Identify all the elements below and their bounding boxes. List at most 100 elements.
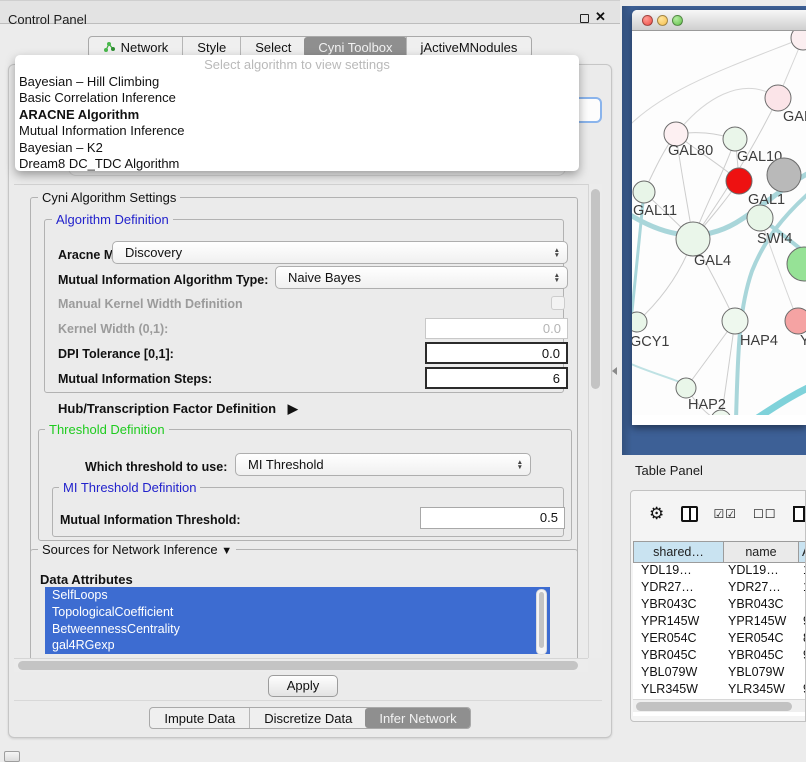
network-window[interactable]: GALGAL80GAL10GAL1GAL11SWI4GAL4GCY1HAP4YH…	[632, 10, 806, 425]
tab-jactivemnodules[interactable]: jActiveMNodules	[406, 37, 532, 57]
table-row[interactable]: YPR145WYPR145W9.	[633, 614, 806, 631]
hub-definition-toggle[interactable]: Hub/Transcription Factor Definition ▶	[58, 401, 298, 417]
column-header-name[interactable]: name	[724, 541, 799, 563]
network-node[interactable]	[726, 168, 752, 194]
table-row[interactable]: YBR045CYBR045C9.	[633, 648, 806, 665]
float-window-icon[interactable]	[580, 14, 589, 23]
network-node[interactable]	[633, 181, 655, 203]
table-cell: 9.	[799, 682, 806, 699]
data-attributes-list[interactable]: SelfLoopsTopologicalCoefficientBetweenne…	[45, 587, 550, 658]
divider	[14, 700, 602, 701]
columns-icon[interactable]	[681, 506, 697, 522]
tab-cyni-toolbox[interactable]: Cyni Toolbox	[304, 37, 406, 57]
node-label: GAL4	[694, 253, 731, 269]
settings-horizontal-scrollbar[interactable]	[14, 658, 588, 672]
table-cell: 13	[799, 563, 806, 580]
splitter-collapse-icon[interactable]	[612, 367, 617, 375]
hub-definition-label: Hub/Transcription Factor Definition	[58, 401, 276, 416]
aracne-mode-select[interactable]: Discovery ▲▼	[112, 241, 568, 264]
tab-discretize-data[interactable]: Discretize Data	[249, 708, 366, 728]
table-cell: YBR045C	[724, 648, 799, 665]
table-cell	[799, 597, 806, 614]
network-node[interactable]	[785, 308, 806, 334]
mi-steps-label: Mutual Information Steps:	[58, 372, 212, 386]
tab-discretize-data-label: Discretize Data	[264, 711, 352, 726]
node-label: GAL	[783, 109, 806, 125]
close-traffic-light-icon[interactable]	[642, 15, 653, 26]
network-node[interactable]	[676, 222, 710, 256]
column-header-clipped[interactable]: A	[799, 541, 806, 563]
table-row[interactable]: YDR27…YDR27…12	[633, 580, 806, 597]
expand-down-icon: ▼	[221, 545, 232, 557]
tab-select[interactable]: Select	[240, 37, 305, 57]
attribute-list-item[interactable]: TopologicalCoefficient	[45, 604, 550, 621]
network-node[interactable]	[676, 378, 696, 398]
kernel-width-field[interactable]: 0.0	[425, 318, 568, 339]
select-all-checkboxes-icon[interactable]: ☑☑	[714, 507, 738, 521]
mi-threshold-field[interactable]: 0.5	[420, 507, 565, 529]
algorithm-option[interactable]: ARACNE Algorithm	[15, 107, 579, 123]
node-label: HAP4	[740, 333, 778, 349]
close-icon[interactable]: ✕	[595, 9, 606, 25]
algorithm-option[interactable]: Dream8 DC_TDC Algorithm	[15, 156, 579, 172]
settings-vertical-scrollbar[interactable]	[588, 184, 602, 658]
aracne-mode-value: Discovery	[125, 245, 182, 260]
table-horizontal-scrollbar[interactable]	[633, 699, 805, 712]
cyni-settings-scroll-area: Cyni Algorithm Settings Algorithm Defini…	[14, 184, 588, 658]
attributes-scrollbar[interactable]	[536, 589, 547, 655]
table-cell: YLR345W	[633, 682, 724, 699]
algorithm-option[interactable]: Bayesian – K2	[15, 140, 579, 156]
network-node[interactable]	[791, 31, 806, 50]
export-table-icon[interactable]	[793, 506, 805, 522]
tab-infer-network-label: Infer Network	[379, 711, 456, 726]
tab-network[interactable]: Network	[89, 37, 183, 57]
gear-icon[interactable]: ⚙	[649, 504, 664, 524]
tab-style[interactable]: Style	[182, 37, 240, 57]
algorithm-option[interactable]: Mutual Information Inference	[15, 123, 579, 139]
table-cell: 9.	[799, 648, 806, 665]
mi-algorithm-type-select[interactable]: Naive Bayes ▲▼	[275, 266, 568, 289]
tab-impute-data[interactable]: Impute Data	[150, 708, 249, 728]
attribute-list-item[interactable]: gal4RGexp	[45, 637, 550, 654]
network-node[interactable]	[632, 312, 647, 332]
which-threshold-label: Which threshold to use:	[85, 460, 227, 474]
manual-kernel-width-label: Manual Kernel Width Definition	[58, 297, 243, 311]
manual-kernel-width-checkbox[interactable]	[551, 296, 565, 310]
minimize-traffic-light-icon[interactable]	[657, 15, 668, 26]
table-row[interactable]: YBR043CYBR043C	[633, 597, 806, 614]
attribute-list-item[interactable]: BetweennessCentrality	[45, 621, 550, 638]
network-node[interactable]	[765, 85, 791, 111]
apply-button[interactable]: Apply	[268, 675, 338, 697]
table-row[interactable]: YLR345WYLR345W9.	[633, 682, 806, 699]
network-canvas[interactable]: GALGAL80GAL10GAL1GAL11SWI4GAL4GCY1HAP4YH…	[632, 31, 806, 415]
network-node[interactable]	[787, 247, 806, 281]
mi-algorithm-type-value: Naive Bayes	[288, 270, 361, 285]
table-cell: YBR043C	[633, 597, 724, 614]
mi-steps-field[interactable]: 6	[425, 367, 568, 389]
network-node[interactable]	[722, 308, 748, 334]
network-node[interactable]	[723, 127, 747, 151]
which-threshold-select[interactable]: MI Threshold ▲▼	[235, 453, 531, 476]
table-cell: YDR27…	[633, 580, 724, 597]
algorithm-option[interactable]: Bayesian – Hill Climbing	[15, 74, 579, 90]
table-panel-frame: ⚙ ☑☑ ☐☐ shared… name A YDL19…YDL19…13YDR…	[630, 490, 806, 722]
deselect-all-checkboxes-icon[interactable]: ☐☐	[753, 507, 777, 521]
table-row[interactable]: YER054CYER054C8.	[633, 631, 806, 648]
zoom-traffic-light-icon[interactable]	[672, 15, 683, 26]
table-cell: YBL079W	[724, 665, 799, 682]
table-row[interactable]: YBL079WYBL079W	[633, 665, 806, 682]
column-header-shared-name[interactable]: shared…	[633, 541, 724, 563]
table-cell: YDL19…	[724, 563, 799, 580]
attribute-list-item[interactable]: SelfLoops	[45, 587, 550, 604]
tab-infer-network[interactable]: Infer Network	[365, 708, 470, 728]
kernel-width-label: Kernel Width (0,1):	[58, 322, 168, 336]
network-node[interactable]	[767, 158, 801, 192]
table-row[interactable]: YDL19…YDL19…13	[633, 563, 806, 580]
algorithm-option[interactable]: Basic Correlation Inference	[15, 90, 579, 106]
dpi-tolerance-field[interactable]: 0.0	[425, 342, 568, 364]
sources-group-title[interactable]: Sources for Network Inference ▼	[38, 542, 236, 557]
network-node[interactable]	[747, 205, 773, 231]
restore-panel-icon[interactable]	[4, 751, 20, 762]
network-window-titlebar[interactable]	[632, 10, 806, 31]
node-label: GCY1	[632, 334, 670, 350]
